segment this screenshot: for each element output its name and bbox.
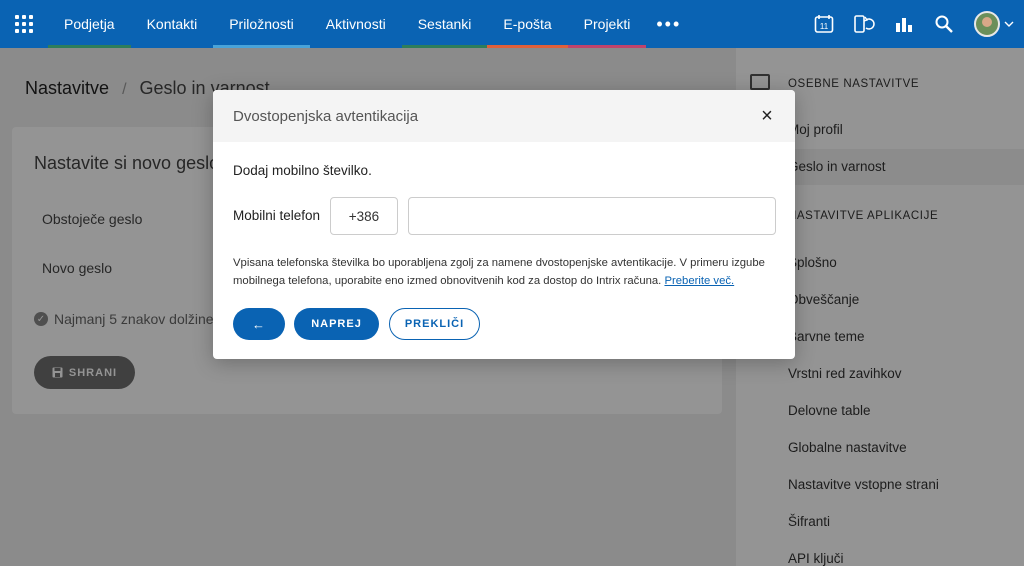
user-menu[interactable] <box>964 0 1024 48</box>
phone-sync-icon[interactable] <box>844 0 884 48</box>
info-text: Vpisana telefonska številka bo uporablje… <box>233 254 778 290</box>
nav-label: Projekti <box>583 16 631 32</box>
chart-bars-icon[interactable] <box>884 0 924 48</box>
next-button[interactable]: NAPREJ <box>294 308 379 340</box>
modal-subtitle: Dodaj mobilno številko. <box>233 163 372 178</box>
back-button[interactable]: ← <box>233 308 285 340</box>
nav-item-sestanki[interactable]: Sestanki <box>401 0 488 48</box>
svg-text:11: 11 <box>820 22 829 31</box>
nav-item-aktivnosti[interactable]: Aktivnosti <box>309 0 402 48</box>
nav-label: Priložnosti <box>229 16 294 32</box>
nav-label: Sestanki <box>417 16 472 32</box>
modal-header: Dvostopenjska avtentikacija × <box>213 90 795 142</box>
phone-number-input[interactable] <box>408 197 776 235</box>
country-prefix-field[interactable]: +386 <box>330 197 398 235</box>
main-nav: Podjetja Kontakti Priložnosti Aktivnosti… <box>48 0 647 48</box>
two-factor-modal: Dvostopenjska avtentikacija × Dodaj mobi… <box>213 90 795 359</box>
nav-label: Kontakti <box>146 16 198 32</box>
nav-item-projekti[interactable]: Projekti <box>567 0 647 48</box>
nav-label: Podjetja <box>64 16 115 32</box>
nav-label: E-pošta <box>503 16 552 32</box>
apps-grid-icon[interactable] <box>0 0 48 48</box>
more-menu-icon[interactable]: ••• <box>646 0 691 48</box>
nav-item-podjetja[interactable]: Podjetja <box>48 0 131 48</box>
calendar-icon[interactable]: 11 <box>804 0 844 48</box>
nav-item-kontakti[interactable]: Kontakti <box>130 0 214 48</box>
phone-label: Mobilni telefon <box>233 208 321 223</box>
nav-item-priloznosti[interactable]: Priložnosti <box>213 0 310 48</box>
nav-item-eposta[interactable]: E-pošta <box>487 0 568 48</box>
nav-label: Aktivnosti <box>325 16 386 32</box>
top-icons: 11 <box>804 0 1024 48</box>
cancel-label: PREKLIČI <box>404 318 465 330</box>
next-label: NAPREJ <box>311 318 362 330</box>
avatar <box>974 11 1000 37</box>
close-icon[interactable]: × <box>757 106 777 126</box>
modal-title: Dvostopenjska avtentikacija <box>233 107 419 125</box>
search-icon[interactable] <box>924 0 964 48</box>
top-navigation-bar: Podjetja Kontakti Priložnosti Aktivnosti… <box>0 0 1024 48</box>
arrow-left-icon: ← <box>252 316 266 332</box>
cancel-button[interactable]: PREKLIČI <box>389 308 480 340</box>
read-more-link[interactable]: Preberite več. <box>664 275 734 287</box>
chevron-down-icon <box>1004 21 1014 27</box>
